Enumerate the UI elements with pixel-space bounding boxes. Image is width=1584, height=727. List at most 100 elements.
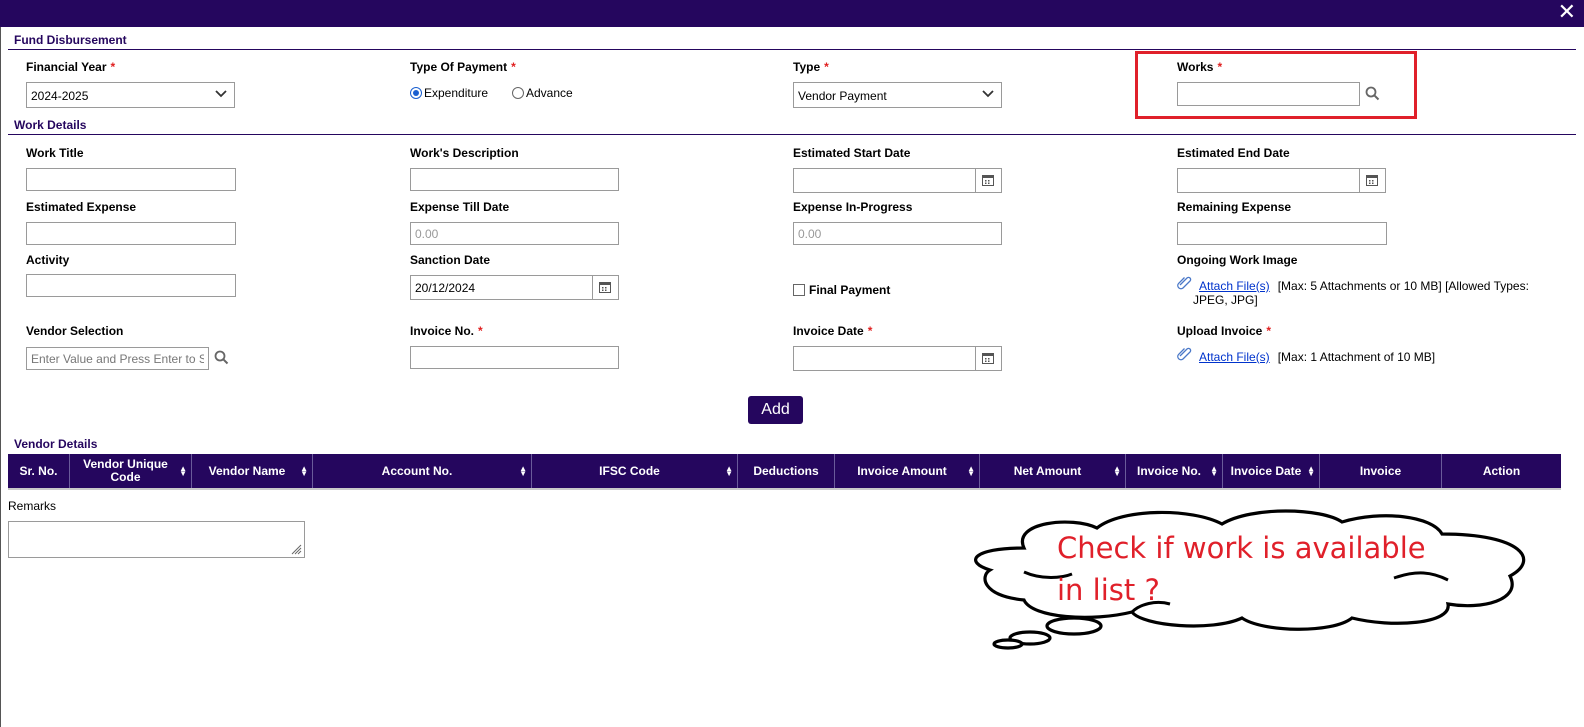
remarks-label: Remarks xyxy=(8,499,57,513)
vendor-selection-input[interactable] xyxy=(26,347,209,370)
type-value: Vendor Payment xyxy=(798,89,887,103)
sort-icon[interactable]: ▲ ▼ xyxy=(1210,465,1218,478)
est-end-date-calendar-button[interactable] xyxy=(1360,168,1386,193)
table-header-cell[interactable]: Account No. ▲ ▼ xyxy=(313,454,532,488)
sort-icon[interactable]: ▲ ▼ xyxy=(179,465,187,478)
invoice-date-calendar-button[interactable] xyxy=(976,346,1002,371)
table-header-label: Invoice xyxy=(1359,463,1402,478)
remaining-expense-input[interactable] xyxy=(1177,222,1387,245)
table-header-label: Deductions xyxy=(753,463,819,478)
sort-icon[interactable]: ▲ ▼ xyxy=(519,465,527,478)
work-description-label: Work's Description xyxy=(410,146,519,160)
chevron-down-icon xyxy=(982,90,994,98)
works-highlight-annotation xyxy=(1135,51,1417,119)
upload-invoice-label: Upload Invoice * xyxy=(1177,324,1272,338)
modal-title-bar: ✕ xyxy=(0,0,1584,27)
est-start-date-label: Estimated Start Date xyxy=(793,146,911,160)
table-header-label: Sr. No. xyxy=(19,463,58,478)
type-label: Type * xyxy=(793,60,829,74)
expense-in-progress-label: Expense In-Progress xyxy=(793,200,913,214)
activity-input[interactable] xyxy=(26,274,236,297)
sanction-date-label: Sanction Date xyxy=(410,253,491,267)
vendor-selection-label: Vendor Selection xyxy=(26,324,124,338)
expense-in-progress-input xyxy=(793,222,1002,245)
table-header-cell[interactable]: Invoice No. ▲ ▼ xyxy=(1126,454,1223,488)
sort-icon[interactable]: ▲ ▼ xyxy=(725,465,733,478)
resize-grip-icon[interactable] xyxy=(290,543,302,555)
table-header-cell: Sr. No. xyxy=(8,454,70,488)
sanction-date-input[interactable] xyxy=(410,275,593,300)
sort-icon[interactable]: ▲ ▼ xyxy=(300,465,308,478)
section-divider xyxy=(8,134,1576,135)
radio-advance-label: Advance xyxy=(526,86,573,100)
invoice-date-label: Invoice Date * xyxy=(793,324,873,338)
work-title-label: Work Title xyxy=(26,146,84,160)
radio-advance-dot[interactable] xyxy=(512,87,524,99)
vendor-table-bottom-border xyxy=(8,488,1561,490)
add-button[interactable]: Add xyxy=(748,396,803,424)
upload-invoice-attach: Attach File(s) [Max: 1 Attachment of 10 M… xyxy=(1177,347,1557,364)
table-header-label: Vendor Name xyxy=(208,463,286,478)
table-header-cell: Action xyxy=(1442,454,1561,488)
table-header-label: Invoice No. xyxy=(1136,463,1201,478)
table-header-cell: Invoice xyxy=(1320,454,1442,488)
est-start-date-calendar-button[interactable] xyxy=(976,168,1002,193)
table-header-cell[interactable]: Net Amount ▲ ▼ xyxy=(980,454,1126,488)
remarks-textarea[interactable] xyxy=(8,521,305,558)
sort-icon[interactable]: ▲ ▼ xyxy=(967,465,975,478)
table-header-cell[interactable]: Vendor Name ▲ ▼ xyxy=(192,454,313,488)
sort-icon[interactable]: ▲ ▼ xyxy=(1307,465,1315,478)
table-header-label: Action xyxy=(1482,463,1521,478)
radio-expenditure-dot[interactable] xyxy=(410,87,422,99)
est-end-date-input[interactable] xyxy=(1177,168,1360,193)
ongoing-work-image-label: Ongoing Work Image xyxy=(1177,253,1298,267)
expense-till-date-label: Expense Till Date xyxy=(410,200,510,214)
modal-left-border xyxy=(0,27,1,727)
annotation-line-2: in list ? xyxy=(1057,573,1160,607)
work-title-input[interactable] xyxy=(26,168,236,191)
vendor-search-icon[interactable] xyxy=(214,350,229,365)
type-select[interactable]: Vendor Payment xyxy=(793,82,1002,108)
financial-year-label: Financial Year * xyxy=(26,60,116,74)
table-header-cell[interactable]: Invoice Amount ▲ ▼ xyxy=(835,454,980,488)
work-description-input[interactable] xyxy=(410,168,619,191)
table-header-label: Invoice Amount xyxy=(857,463,947,478)
final-payment-label: Final Payment xyxy=(809,283,891,297)
table-header-cell[interactable]: IFSC Code ▲ ▼ xyxy=(532,454,738,488)
estimated-expense-label: Estimated Expense xyxy=(26,200,137,214)
annotation-line-1: Check if work is available xyxy=(1057,531,1426,565)
radio-expenditure-label: Expenditure xyxy=(424,86,489,100)
radio-expenditure[interactable]: Expenditure xyxy=(410,86,488,100)
calendar-icon xyxy=(599,282,611,293)
calendar-icon xyxy=(982,353,994,364)
section-title-vendor-details: Vendor Details xyxy=(14,437,98,451)
ongoing-work-attach: Attach File(s) [Max: 5 Attachments or 10 … xyxy=(1177,276,1557,307)
upload-invoice-attach-link[interactable]: Attach File(s) xyxy=(1199,350,1270,364)
expense-till-date-input xyxy=(410,222,619,245)
table-header-cell[interactable]: Invoice Date ▲ ▼ xyxy=(1223,454,1320,488)
invoice-no-input[interactable] xyxy=(410,346,619,369)
paperclip-icon xyxy=(1177,276,1192,290)
calendar-icon xyxy=(982,175,994,186)
annotation-text: Check if work is available in list ? xyxy=(1057,527,1437,611)
estimated-expense-input[interactable] xyxy=(26,222,236,245)
chevron-down-icon xyxy=(215,90,227,98)
type-of-payment-label: Type Of Payment * xyxy=(410,60,516,74)
table-header-cell: Deductions xyxy=(738,454,835,488)
ongoing-work-attach-link[interactable]: Attach File(s) xyxy=(1199,279,1270,293)
paperclip-icon xyxy=(1177,347,1192,361)
final-payment-box[interactable] xyxy=(793,284,805,296)
est-start-date-input[interactable] xyxy=(793,168,976,193)
final-payment-checkbox[interactable]: Final Payment xyxy=(793,283,890,297)
table-header-cell[interactable]: Vendor Unique Code ▲ ▼ xyxy=(70,454,192,488)
sanction-date-calendar-button[interactable] xyxy=(593,275,619,300)
invoice-date-input[interactable] xyxy=(793,346,976,371)
financial-year-select[interactable]: 2024-2025 xyxy=(26,82,235,108)
close-icon[interactable]: ✕ xyxy=(1558,1,1576,25)
sort-icon[interactable]: ▲ ▼ xyxy=(1113,465,1121,478)
table-header-label: IFSC Code xyxy=(599,463,660,478)
est-end-date-label: Estimated End Date xyxy=(1177,146,1290,160)
radio-advance[interactable]: Advance xyxy=(512,86,573,100)
upload-invoice-attach-note: [Max: 1 Attachment of 10 MB] xyxy=(1277,350,1436,364)
section-title-work-details: Work Details xyxy=(14,118,87,132)
